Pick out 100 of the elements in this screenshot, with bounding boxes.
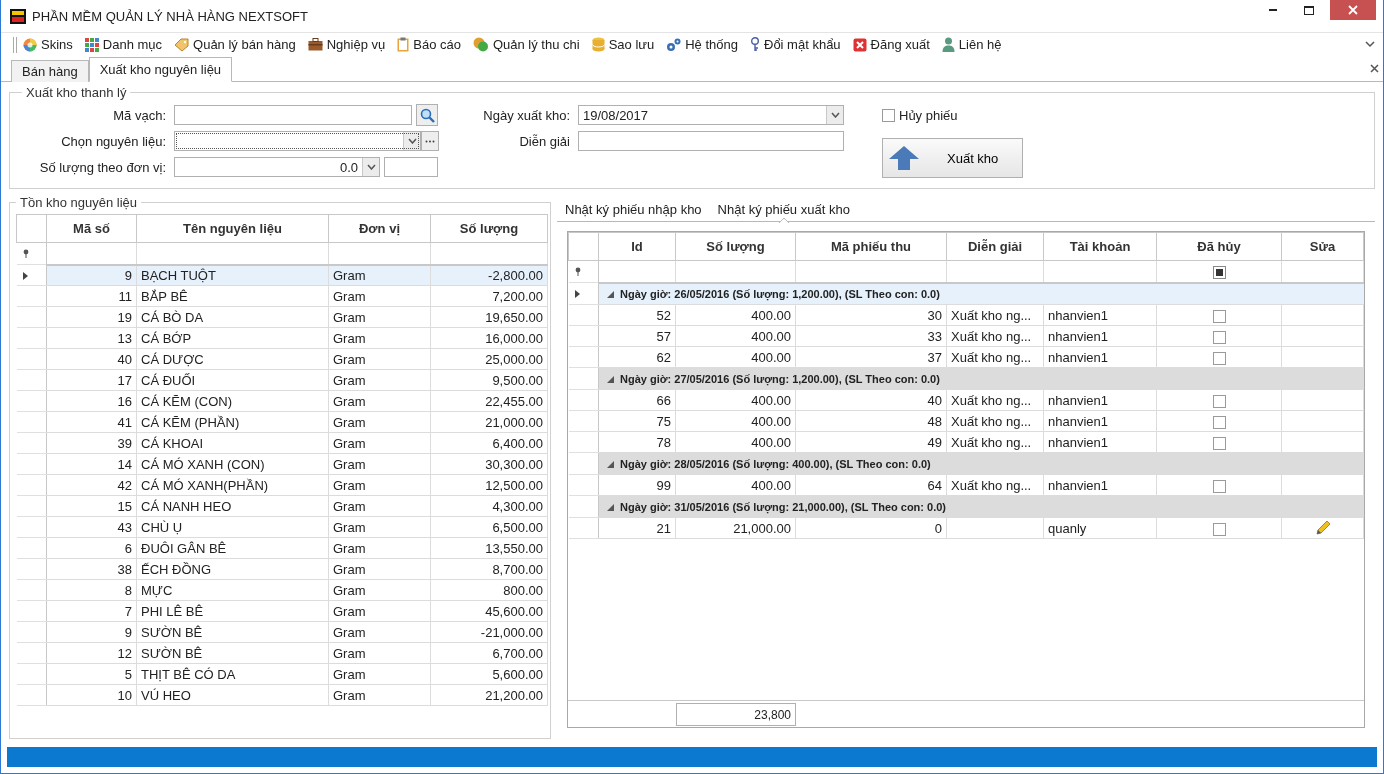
dropdown-icon xyxy=(830,112,840,118)
menu-item[interactable]: Sao lưu xyxy=(585,33,661,56)
barcode-field[interactable] xyxy=(174,105,412,125)
cancelled-checkbox[interactable] xyxy=(1212,309,1226,323)
menu-item[interactable]: Hệ thống xyxy=(660,33,744,56)
filter-cell[interactable] xyxy=(136,242,329,265)
column-header[interactable]: Số lượng xyxy=(675,232,796,261)
menu-item[interactable]: Quản lý bán hàng xyxy=(168,33,302,56)
maximize-icon xyxy=(1304,5,1314,15)
minimize-icon xyxy=(1269,9,1277,11)
export-button[interactable]: Xuất kho xyxy=(882,138,1023,178)
filter-cell[interactable] xyxy=(1156,260,1282,283)
column-header[interactable]: Sửa xyxy=(1281,232,1364,261)
quantity-dropdown[interactable]: 0.0 xyxy=(174,157,380,177)
search-button[interactable] xyxy=(416,104,438,126)
column-header[interactable]: Tài khoản xyxy=(1043,232,1157,261)
unit-field[interactable] xyxy=(384,157,438,177)
filter-cell[interactable] xyxy=(598,260,676,283)
database-icon xyxy=(591,37,605,52)
table-cell: quanly xyxy=(1043,517,1157,539)
panel-title: Xuất kho thanh lý xyxy=(25,85,128,100)
group-row[interactable]: Ngày giờ: 28/05/2016 (Số lượng: 400.00), (SL Theo con: 0.0) xyxy=(598,452,1364,475)
table-cell: 400.00 xyxy=(675,474,796,496)
checkbox-filter-icon[interactable] xyxy=(1212,265,1226,279)
group-row[interactable]: Ngày giờ: 26/05/2016 (Số lượng: 1,200.00), (SL Theo con: 0.0) xyxy=(598,282,1364,305)
tab[interactable]: Nhật ký phiếu nhập kho xyxy=(557,197,710,221)
expand-triangle-icon[interactable] xyxy=(607,290,614,298)
table-cell: 66 xyxy=(598,389,676,411)
filter-cell[interactable] xyxy=(1043,260,1157,283)
table-cell: 400.00 xyxy=(675,304,796,326)
row-indicator-icon xyxy=(22,271,29,280)
column-header[interactable]: Mã số xyxy=(46,214,137,243)
clipboard-icon xyxy=(397,37,410,52)
gears-icon xyxy=(666,37,682,52)
cancelled-checkbox[interactable] xyxy=(1212,351,1226,365)
column-header[interactable]: Id xyxy=(598,232,676,261)
close-icon xyxy=(1348,5,1358,15)
menu-item[interactable]: Báo cáo xyxy=(391,33,467,56)
field-label: Ngày xuất kho: xyxy=(482,107,571,123)
column-header[interactable]: Diễn giải xyxy=(946,232,1044,261)
cancelled-checkbox[interactable] xyxy=(1212,415,1226,429)
color-wheel-icon xyxy=(23,37,37,52)
checkbox-label: Hủy phiếu xyxy=(899,107,958,123)
column-header[interactable]: Mã phiếu thu xyxy=(795,232,947,261)
menu-item[interactable]: Quản lý thu chi xyxy=(466,33,586,56)
table-cell: 40 xyxy=(795,389,947,411)
table-cell: nhanvien1 xyxy=(1043,389,1157,411)
column-header[interactable]: Số lượng xyxy=(430,214,548,243)
group-row[interactable]: Ngày giờ: 27/05/2016 (Số lượng: 1,200.00), (SL Theo con: 0.0) xyxy=(598,367,1364,390)
cancelled-checkbox[interactable] xyxy=(1212,436,1226,450)
close-button[interactable] xyxy=(1330,0,1376,20)
filter-cell[interactable] xyxy=(946,260,1044,283)
tag-icon xyxy=(174,37,190,52)
filter-cell[interactable] xyxy=(795,260,947,283)
filter-pin-icon xyxy=(22,249,29,258)
table-cell: nhanvien1 xyxy=(1043,474,1157,496)
row-indicator-icon xyxy=(574,290,581,298)
date-dropdown[interactable]: 19/08/2017 xyxy=(578,105,844,125)
group-row[interactable]: Ngày giờ: 31/05/2016 (Số lượng: 21,000.00), (SL Theo con: 0.0) xyxy=(598,495,1364,518)
chevron-down-icon[interactable] xyxy=(1365,41,1375,48)
tab[interactable]: Xuất kho nguyên liệu xyxy=(88,57,233,82)
cancelled-checkbox[interactable] xyxy=(1212,330,1226,344)
table-cell: nhanvien1 xyxy=(1043,304,1157,326)
menu-item[interactable]: Danh mục xyxy=(78,33,169,56)
ingredient-dropdown[interactable] xyxy=(174,131,421,151)
table-cell: 99 xyxy=(598,474,676,496)
expand-triangle-icon[interactable] xyxy=(607,375,614,383)
table-cell: Xuất kho ng... xyxy=(946,474,1044,496)
column-header[interactable]: Đã hủy xyxy=(1156,232,1282,261)
total-value: 23,800 xyxy=(676,702,796,726)
expand-triangle-icon[interactable] xyxy=(607,460,614,468)
cancel-checkbox[interactable] xyxy=(882,108,895,122)
ellipsis-icon xyxy=(425,139,435,143)
menu-item[interactable]: Đăng xuất xyxy=(846,33,936,56)
filter-cell[interactable] xyxy=(1281,260,1364,283)
note-field[interactable] xyxy=(578,131,844,151)
filter-cell[interactable] xyxy=(675,260,796,283)
expand-triangle-icon[interactable] xyxy=(607,503,614,511)
table-cell: 400.00 xyxy=(675,389,796,411)
filter-cell[interactable] xyxy=(430,242,548,265)
cancelled-checkbox[interactable] xyxy=(1212,394,1226,408)
cancelled-checkbox[interactable] xyxy=(1212,479,1226,493)
menu-item[interactable]: Skins xyxy=(17,33,79,56)
column-header[interactable]: Đơn vị xyxy=(328,214,431,243)
table-cell: Xuất kho ng... xyxy=(946,389,1044,411)
cancelled-checkbox[interactable] xyxy=(1212,522,1226,536)
column-header[interactable]: Tên nguyên liệu xyxy=(136,214,329,243)
grid-icon xyxy=(84,37,99,52)
close-icon[interactable] xyxy=(1370,64,1379,73)
menu-item[interactable]: Đổi mật khẩu xyxy=(744,33,847,56)
filter-cell[interactable] xyxy=(46,242,137,265)
field-label: Số lượng theo đơn vị: xyxy=(38,159,167,175)
filter-cell[interactable] xyxy=(328,242,431,265)
dropdown-icon xyxy=(407,138,417,144)
more-button[interactable] xyxy=(421,131,439,151)
field-label: Diễn giải xyxy=(518,133,571,149)
menu-item[interactable]: Nghiệp vụ xyxy=(301,33,392,56)
menu-item[interactable]: Liên hệ xyxy=(935,33,1008,56)
tab[interactable]: Bán hàng xyxy=(11,60,89,82)
pencil-icon[interactable] xyxy=(1314,520,1331,537)
